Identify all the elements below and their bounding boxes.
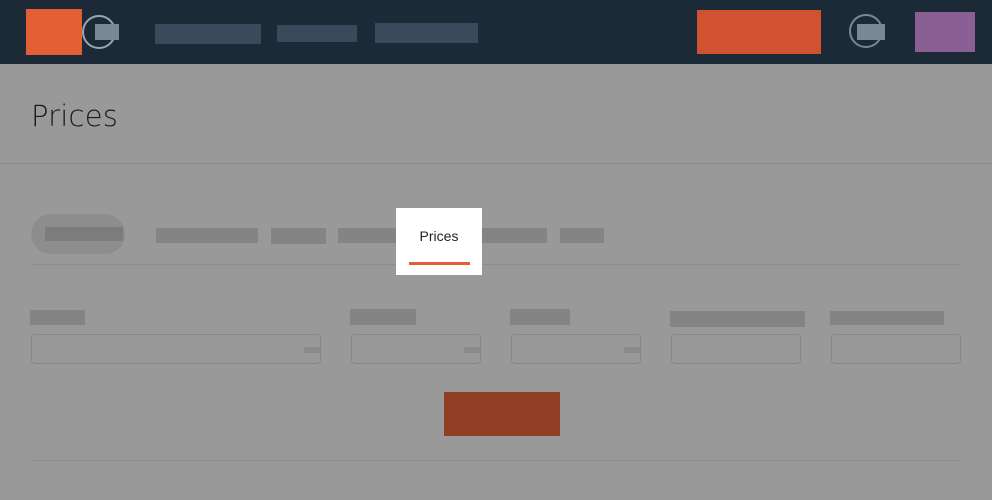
cta-button[interactable] (697, 10, 821, 54)
tour-overlay (0, 64, 992, 500)
nav-toggle-label (95, 24, 119, 40)
tab-prices-label: Prices (419, 228, 459, 244)
logo-icon[interactable] (26, 9, 82, 55)
nav-link-1[interactable] (155, 24, 261, 44)
tab-prices-highlighted[interactable]: Prices (396, 208, 482, 275)
nav-link-3[interactable] (375, 23, 478, 43)
help-label (857, 24, 885, 40)
top-nav-bar (0, 0, 992, 64)
nav-link-2[interactable] (277, 25, 357, 42)
avatar[interactable] (915, 12, 975, 52)
active-tab-underline (409, 262, 470, 265)
